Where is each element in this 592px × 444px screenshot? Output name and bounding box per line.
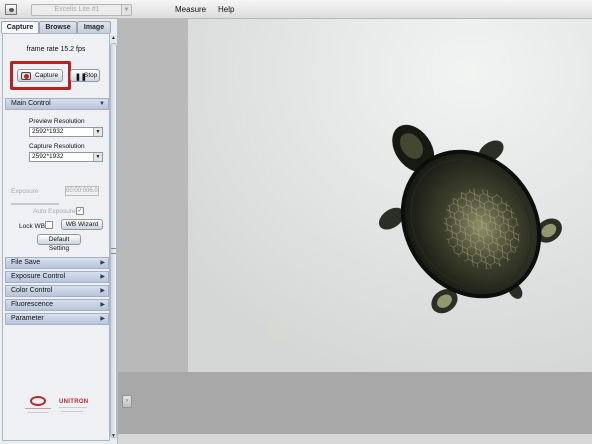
viewer-margin [118,19,188,372]
lock-wb-checkbox[interactable] [45,221,53,229]
unitron-logo: UNITRON [59,399,89,405]
chevron-down-icon[interactable]: ▼ [93,128,102,136]
live-preview-image[interactable] [188,19,592,372]
section-file-save[interactable]: File Save ▶ [5,257,109,269]
capture-button[interactable]: Capture [17,69,63,82]
chevron-down-icon[interactable]: ▼ [93,153,102,161]
triangle-right-icon: ▶ [100,260,105,266]
preview-resolution-value: 2592*1932 [32,128,64,135]
triangle-right-icon: ▶ [100,302,105,308]
panel-scrollbar-thumb[interactable] [110,43,117,438]
scroll-up-icon[interactable]: ▲ [110,35,117,43]
section-parameter[interactable]: Parameter ▶ [5,313,109,325]
auto-exposure-checkbox[interactable]: ✓ [76,207,84,215]
section-parameter-label: Parameter [11,315,44,322]
device-select[interactable]: Excelis Lite #1 ▼ [31,4,132,16]
section-fluorescence[interactable]: Fluorescence ▶ [5,299,109,311]
capture-tab-body: frame rate 15.2 fps Capture ❚❚ Stop Main… [2,33,110,441]
device-select-value: Excelis Lite #1 [54,6,100,13]
stop-button-label: Stop [84,72,98,79]
section-color-control[interactable]: Color Control ▶ [5,285,109,297]
expand-strip-icon[interactable]: › [122,395,132,408]
top-toolbar: Excelis Lite #1 ▼ Measure Help [0,0,592,19]
capture-resolution-label: Capture Resolution [29,143,85,150]
frame-rate-readout: frame rate 15.2 fps [26,46,86,53]
section-fluorescence-label: Fluorescence [11,301,54,308]
scroll-down-icon[interactable]: ▼ [110,433,117,441]
status-bar [118,434,592,444]
default-setting-button[interactable]: Default Setting [37,234,81,252]
turtle-specimen-image [188,19,592,372]
triangle-right-icon: ▶ [100,288,105,294]
vendor-logos: UNITRON [21,396,101,422]
vendor-logo-left [25,396,51,418]
panel-tabs: Capture Browse Image [1,21,111,33]
triangle-right-icon: ▶ [100,316,105,322]
tab-image[interactable]: Image [77,21,111,33]
menu-measure[interactable]: Measure [175,5,206,14]
microscope-capture-app: Excelis Lite #1 ▼ Measure Help Capture B… [0,0,592,444]
capture-resolution-select[interactable]: 2592*1932 ▼ [29,152,103,162]
chevron-down-icon[interactable]: ▼ [121,5,131,15]
section-color-control-label: Color Control [11,287,53,294]
section-exposure-control-label: Exposure Control [11,273,66,280]
preview-resolution-select[interactable]: 2592*1932 ▼ [29,127,103,137]
exposure-time-field[interactable]: 00:00:006.0 [65,186,99,196]
section-exposure-control[interactable]: Exposure Control ▶ [5,271,109,283]
menu-help[interactable]: Help [218,5,234,14]
control-panel: Capture Browse Image frame rate 15.2 fps… [0,19,118,444]
tab-browse[interactable]: Browse [39,21,77,33]
preview-resolution-label: Preview Resolution [29,118,85,125]
capture-resolution-value: 2592*1932 [32,153,64,160]
section-main-control-label: Main Control [11,100,51,107]
camera-app-icon[interactable] [5,4,17,15]
scroll-grip-icon [111,248,116,254]
exposure-slider[interactable] [11,203,59,205]
capture-button-label: Capture [35,72,59,79]
section-file-save-label: File Save [11,259,41,266]
lock-wb-label: Lock WB [19,223,46,230]
triangle-down-icon: ▼ [99,101,105,107]
stop-button[interactable]: ❚❚ Stop [70,69,100,82]
exposure-label: Exposure [11,188,39,195]
section-main-control[interactable]: Main Control ▼ [5,98,109,110]
wb-wizard-button[interactable]: WB Wizard [61,219,103,230]
camera-icon [21,72,31,80]
triangle-right-icon: ▶ [100,274,105,280]
tab-capture[interactable]: Capture [1,21,39,33]
thumbnail-strip [118,372,592,434]
auto-exposure-label: Auto Exposure [33,208,76,215]
